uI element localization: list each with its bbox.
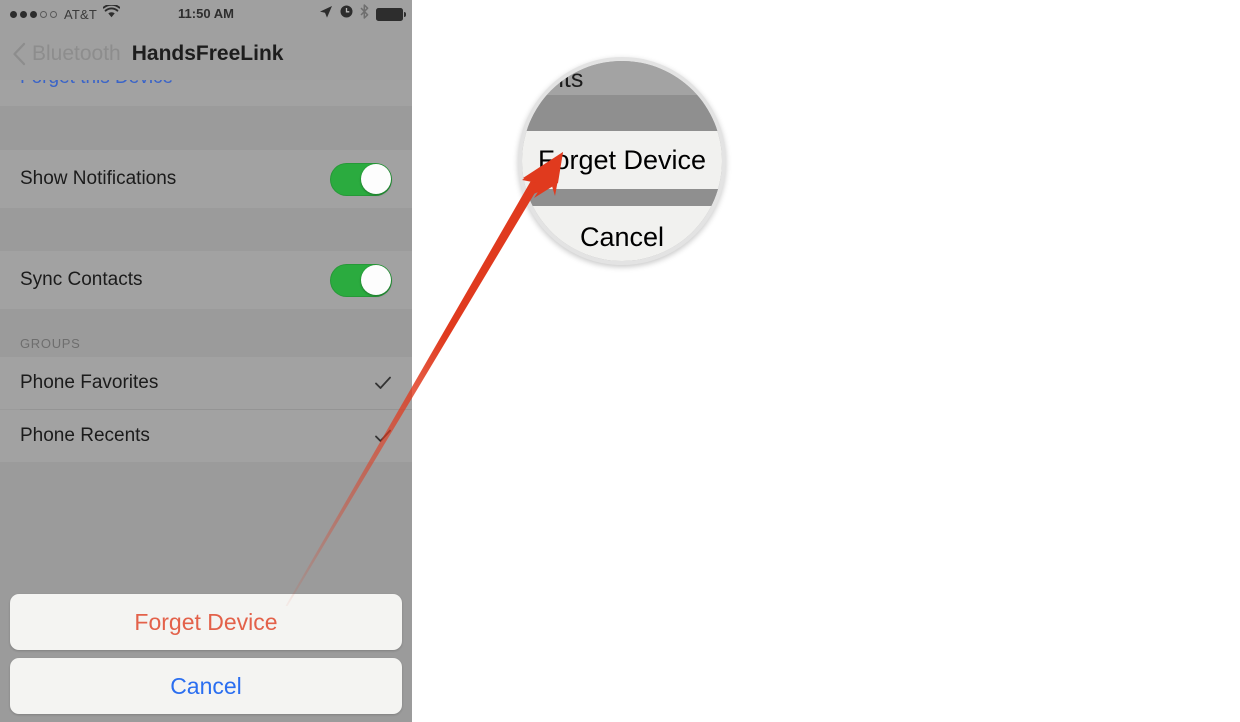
show-notifications-label: Show Notifications	[20, 168, 177, 189]
action-sheet: Forget Device Cancel	[0, 594, 412, 722]
toggle-knob	[360, 265, 391, 295]
status-bar: AT&T 11:50 AM	[0, 0, 412, 28]
row-phone-recents[interactable]: Phone Recents	[0, 410, 412, 462]
forget-device-label: Forget Device	[134, 608, 278, 635]
toggle-knob	[360, 164, 391, 194]
magnified-row-band: nts	[522, 61, 722, 95]
cancel-label: Cancel	[170, 672, 242, 699]
magnified-gap-band	[522, 95, 722, 131]
phone-recents-label: Phone Recents	[20, 425, 150, 446]
chevron-left-icon[interactable]	[12, 42, 26, 66]
magnified-partial-text: nts	[550, 65, 584, 93]
bluetooth-icon	[360, 4, 369, 24]
magnified-forget-device-label: Forget Device	[537, 144, 707, 175]
page-title: HandsFreeLink	[131, 42, 284, 65]
screenshot-root: AT&T 11:50 AM Bluetooth HandsFreeLink Sh…	[0, 0, 1240, 722]
magnified-cancel-button[interactable]: Cancel	[522, 206, 722, 261]
location-arrow-icon	[319, 5, 333, 24]
iphone-screen: AT&T 11:50 AM Bluetooth HandsFreeLink Sh…	[0, 0, 412, 722]
forget-device-button[interactable]: Forget Device	[10, 594, 402, 650]
groups-section-header: GROUPS	[0, 309, 412, 357]
magnified-cancel-label: Cancel	[579, 222, 665, 252]
magnifier-callout: nts Forget Device Cancel	[518, 57, 726, 265]
list-gap-2	[0, 208, 412, 251]
magnified-sheet-divider	[522, 189, 722, 206]
back-button-label[interactable]: Bluetooth	[32, 42, 121, 66]
sync-contacts-label: Sync Contacts	[20, 269, 143, 290]
row-phone-favorites[interactable]: Phone Favorites	[0, 357, 412, 409]
magnified-forget-device-button[interactable]: Forget Device	[522, 131, 722, 189]
list-gap-1	[0, 106, 412, 150]
magnifier-content: nts Forget Device Cancel	[522, 61, 722, 261]
navigation-bar: Bluetooth HandsFreeLink	[0, 28, 412, 80]
status-bar-right	[319, 0, 406, 28]
groups-header-label: GROUPS	[20, 336, 81, 351]
battery-icon	[376, 7, 406, 21]
phone-favorites-label: Phone Favorites	[20, 372, 159, 393]
row-show-notifications[interactable]: Show Notifications	[0, 150, 412, 208]
row-sync-contacts[interactable]: Sync Contacts	[0, 251, 412, 309]
sync-contacts-toggle[interactable]	[330, 263, 392, 297]
cancel-button[interactable]: Cancel	[10, 658, 402, 714]
alarm-clock-icon	[340, 5, 353, 23]
show-notifications-toggle[interactable]	[330, 162, 392, 196]
checkmark-icon	[374, 427, 392, 445]
checkmark-icon	[374, 374, 392, 392]
